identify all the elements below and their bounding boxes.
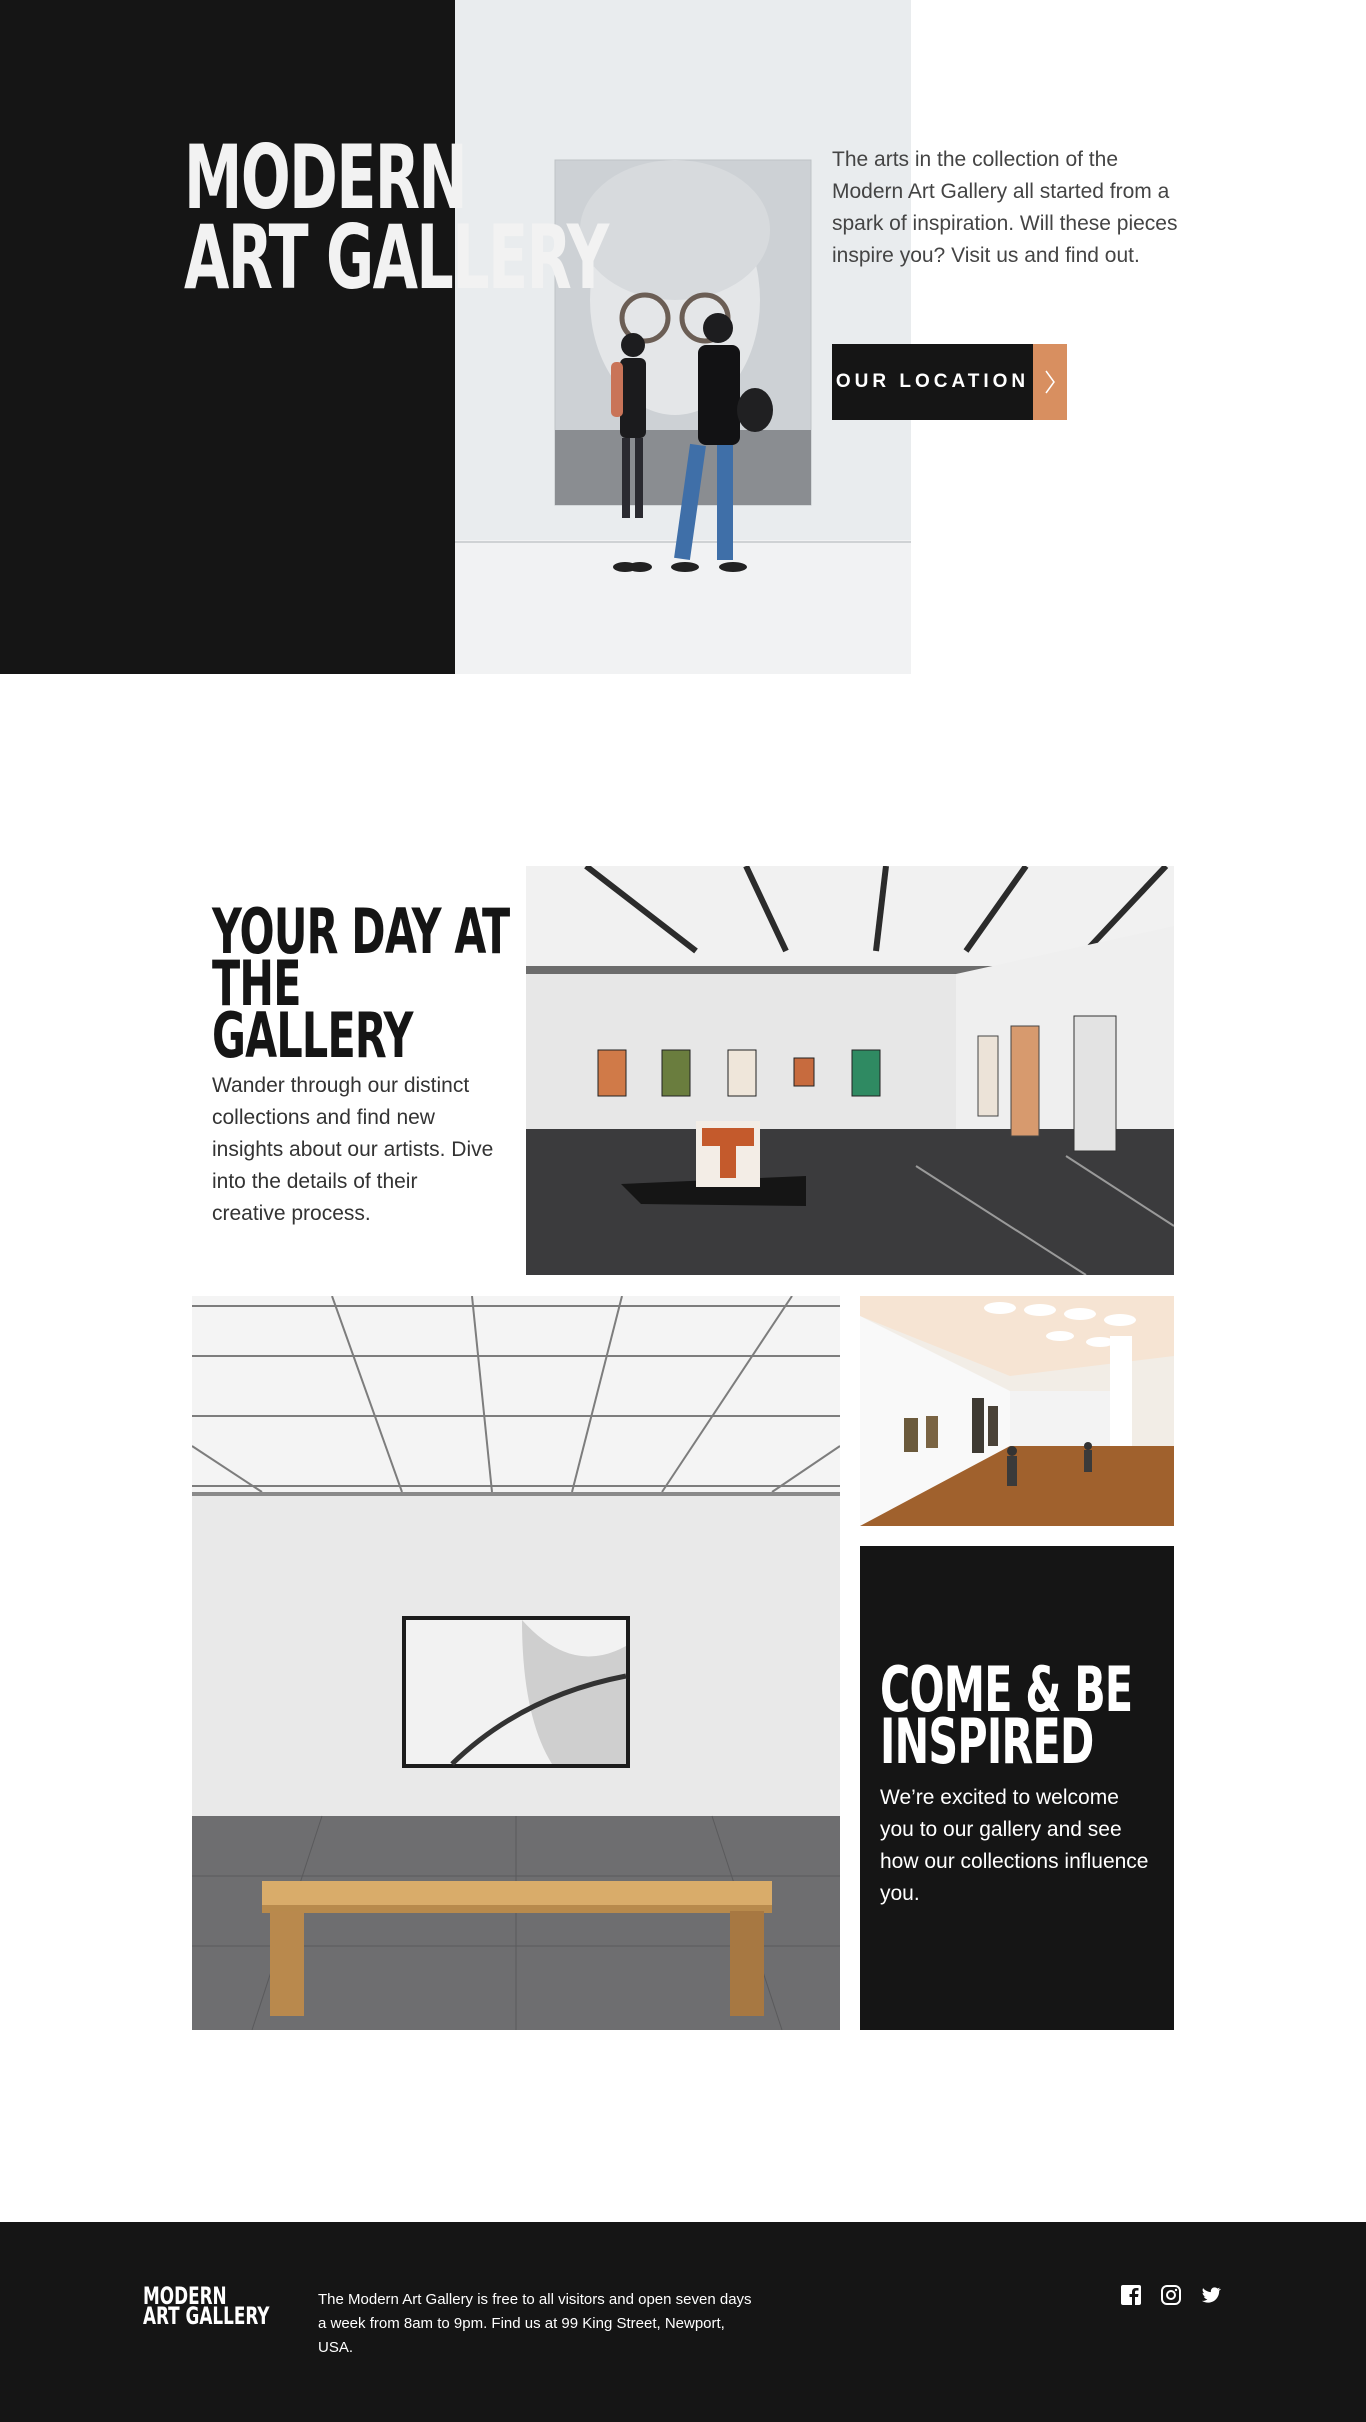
instagram-icon[interactable] [1160,2284,1182,2306]
our-location-button[interactable]: OUR LOCATION [832,344,1067,420]
inspired-panel: COME & BE INSPIRED We’re excited to welc… [860,1546,1174,2030]
hero-dark-panel [0,0,455,674]
hero-title: MODERN ART GALLERY [184,134,609,309]
day-section-description: Wander through our distinct collections … [212,1074,494,1225]
hero-title-line2: ART GALLERY [184,206,609,309]
footer-logo[interactable]: MODERN ART GALLERY [143,2284,270,2330]
gallery-hall-image [526,866,1174,1275]
footer-logo-line2: ART GALLERY [143,2302,270,2330]
facebook-icon[interactable] [1120,2284,1142,2306]
inspired-title: COME & BE INSPIRED [880,1659,1191,1778]
footer-info: The Modern Art Gallery is free to all vi… [318,2291,752,2356]
hero-image [455,0,911,674]
gallery-bench-image [192,1296,840,2030]
inspired-description: We’re excited to welcome you to our gall… [880,1786,1149,1905]
day-title-line3: GALLERY [212,999,413,1072]
chevron-right-icon [1033,344,1067,420]
social-links [1120,2284,1222,2306]
our-location-label: OUR LOCATION [832,344,1033,420]
gallery-corridor-image [860,1296,1174,1526]
inspired-title-line2: INSPIRED [880,1705,1094,1778]
hero-description: The arts in the collection of the Modern… [832,148,1178,267]
day-section-title: YOUR DAY AT THE GALLERY [212,901,510,1072]
hero-section: MODERN ART GALLERY The arts in the colle… [0,0,1366,674]
twitter-icon[interactable] [1200,2284,1222,2306]
footer: MODERN ART GALLERY The Modern Art Galler… [0,2222,1366,2422]
